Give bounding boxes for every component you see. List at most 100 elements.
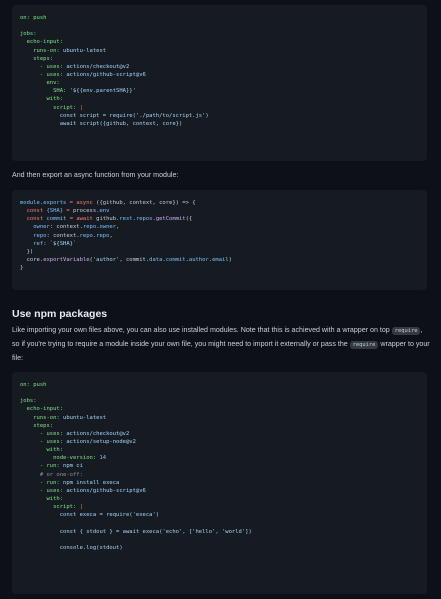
code-line: runs-on: ubuntu-latest (20, 414, 427, 422)
inline-code-require: require (391, 327, 421, 335)
code-token: const { stdout } = await execa('echo', [… (20, 528, 252, 535)
code-line: - uses: actions/checkout@v2 (20, 63, 427, 71)
code-block-module-exports: module.exports = async ({github, context… (12, 190, 427, 290)
code-line: const execa = require('execa') (20, 511, 427, 519)
code-token: echo-input: (20, 406, 64, 413)
code-line: echo-input: (20, 405, 427, 413)
code-line: - uses: actions/checkout@v2 (20, 430, 427, 438)
code-token: jobs: (20, 31, 37, 38)
paragraph-export-async: And then export an async function from y… (12, 171, 179, 179)
code-token: env (99, 208, 110, 215)
code-token: script: (20, 504, 80, 511)
code-line: const { stdout } = await execa('echo', [… (20, 528, 427, 536)
code-line: on: push (20, 14, 427, 22)
code-token: - uses: (20, 71, 67, 78)
code-line: steps: (20, 422, 427, 430)
code-token: npm install execa (63, 479, 120, 486)
code-line: SHA: '${{env.parentSHA}}' (20, 87, 427, 95)
code-block-workflow-script: on: push jobs: echo-input: runs-on: ubun… (12, 5, 427, 161)
code-token: = (66, 200, 77, 206)
code-token: actions/github-script@v6 (66, 71, 146, 78)
code-line: console.log(stdout) (20, 544, 427, 552)
code-token: | (79, 104, 83, 111)
code-line: runs-on: ubuntu-latest (20, 47, 427, 55)
code-token: runs-on: (20, 414, 64, 421)
code-block-npm-workflow: on: push jobs: echo-input: runs-on: ubun… (12, 372, 427, 594)
code-token: data (149, 256, 163, 263)
code-token: - uses: (20, 487, 67, 494)
code-token: - run: (20, 463, 64, 470)
code-token: : context. (49, 224, 83, 231)
code-token: npm ci (63, 463, 83, 470)
code-line: - uses: actions/github-script@v6 (20, 71, 427, 79)
code-token: } (20, 265, 24, 272)
code-line: }) (20, 248, 427, 256)
code-token: await (76, 216, 93, 223)
code-token: SHA: (20, 88, 70, 95)
para2-text-a: Like importing your own files above, you… (12, 326, 392, 334)
code-token: jobs: (20, 398, 37, 405)
heading-use-npm-packages: Use npm packages (12, 308, 108, 320)
code-token: exportVariable (43, 256, 90, 263)
code-token: author (188, 256, 209, 263)
code-token: actions/github-script@v6 (66, 487, 146, 494)
code-line: on: push (20, 381, 427, 389)
inline-code-require: require (349, 341, 379, 349)
code-token: process (73, 208, 97, 215)
code-token: }) (20, 248, 34, 255)
code-token: commit (165, 256, 186, 263)
code-line: jobs: (20, 397, 427, 405)
code-token: steps: (20, 422, 54, 429)
code-line: with: (20, 95, 427, 103)
paragraph-npm-packages: Like importing your own files above, you… (12, 324, 430, 365)
page: on: push jobs: echo-input: runs-on: ubun… (0, 0, 441, 599)
code-token: ref (20, 240, 44, 247)
code-token: - uses: (20, 438, 67, 445)
code-token: , (109, 232, 113, 239)
code-token: : (43, 240, 50, 247)
code-token: email (212, 256, 229, 263)
code-token: , (116, 224, 120, 231)
code-line: # or one-off: (20, 471, 427, 479)
code-line: - uses: actions/github-script@v6 (20, 487, 427, 495)
code-token: # or one-off: (20, 471, 83, 478)
code-token: repo (82, 224, 97, 231)
code-token: - uses: (20, 63, 67, 70)
code-token: commit (43, 216, 70, 223)
code-token: actions/checkout@v2 (66, 430, 130, 437)
code-token: const (26, 208, 44, 215)
code-token: steps: (20, 55, 54, 62)
code-token: const (26, 216, 44, 223)
code-token: | (79, 504, 83, 511)
code-token: = (66, 208, 73, 215)
code-token: repos (135, 216, 153, 223)
code-line: with: (20, 495, 427, 503)
code-token: : context. (46, 232, 80, 239)
code-token: on: push (20, 15, 47, 21)
code-line: module.exports = async ({github, context… (20, 199, 427, 207)
code-token: 'author' (92, 256, 120, 263)
code-line: owner: context.repo.owner, (20, 223, 427, 231)
code-token: ubuntu-latest (63, 414, 107, 421)
code-line: with: (20, 446, 427, 454)
code-token: const execa = require('execa') (20, 512, 160, 519)
code-token: node-version: (20, 455, 100, 462)
code-token: env: (20, 80, 60, 87)
code-token: getCommit (155, 216, 186, 223)
code-token: ({ (185, 216, 193, 223)
code-token: - run: (20, 479, 64, 486)
code-line: jobs: (20, 30, 427, 38)
code-line: script: | (20, 104, 427, 112)
code-token: actions/checkout@v2 (66, 63, 130, 70)
code-token: repo (79, 232, 93, 239)
code-token: with: (20, 96, 64, 103)
code-token: const script = require('./path/to/script… (20, 112, 209, 119)
code-line: steps: (20, 55, 427, 63)
code-token: await script({github, context, core}) (20, 120, 183, 127)
code-line: const commit = await github.rest.repos.g… (20, 215, 427, 223)
